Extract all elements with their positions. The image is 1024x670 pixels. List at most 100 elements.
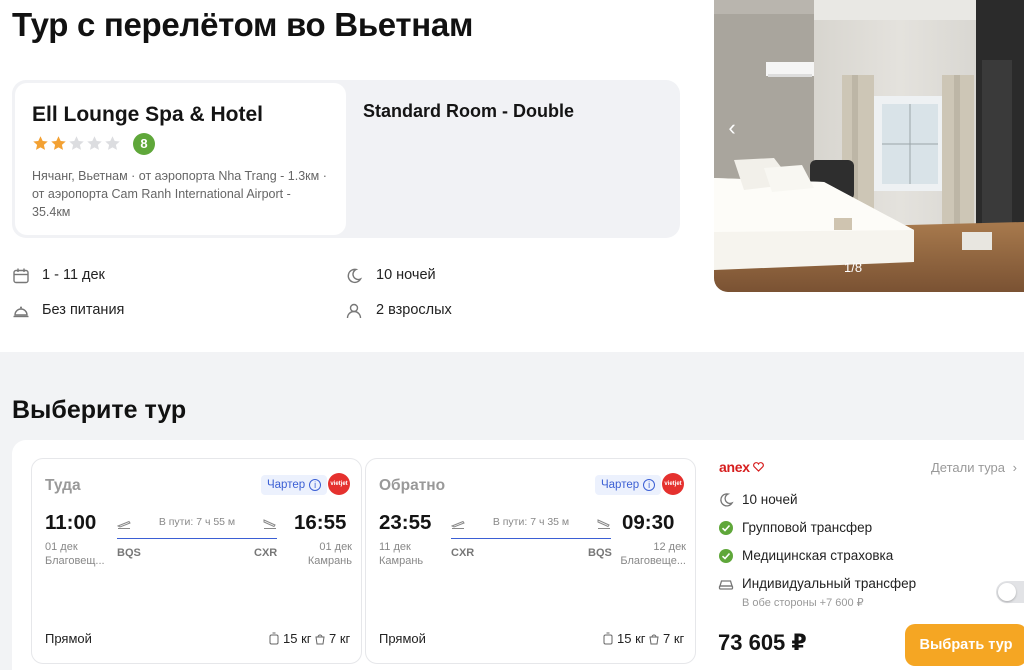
individual-transfer-toggle[interactable] xyxy=(996,581,1024,603)
hotel-name[interactable]: Ell Lounge Spa & Hotel xyxy=(32,103,263,127)
charter-badge[interactable]: Чартер i xyxy=(261,475,328,495)
tour-summary: anex Детали тура › 10 ночей Групповой тр… xyxy=(718,440,1024,670)
charter-label: Чартер xyxy=(267,479,306,491)
star-empty-icon xyxy=(69,136,84,150)
flight-card-return[interactable]: Обратно Чартер i vietjet 23:55 11 дек Ка… xyxy=(365,458,696,664)
landing-icon xyxy=(597,519,610,529)
departure-time: 23:55 xyxy=(379,511,432,534)
departure-date-text: 11 дек xyxy=(379,541,411,553)
airline-logo: vietjet xyxy=(662,473,684,495)
baggage-info: 15 кг xyxy=(268,631,312,646)
arrival-code: BQS xyxy=(588,547,612,559)
feature-individual-text: Индивидуальный трансфер xyxy=(742,576,917,591)
hotel-location: Нячанг, Вьетнам · от аэропорта Nha Trang… xyxy=(32,169,327,219)
calendar-icon xyxy=(13,268,29,284)
flight-route: В пути: 7 ч 35 м xyxy=(451,516,611,546)
trip-meal: Без питания xyxy=(42,302,125,318)
tour-details-link[interactable]: Детали тура › xyxy=(931,460,1017,475)
departure-time: 11:00 xyxy=(45,511,97,534)
check-circle-icon xyxy=(719,549,733,563)
departure-code: BQS xyxy=(117,547,141,559)
user-icon xyxy=(346,303,362,319)
arrival-time: 16:55 xyxy=(294,511,347,534)
flight-type: Прямой xyxy=(45,631,92,646)
hand-luggage-info: 7 кг xyxy=(648,631,684,646)
baggage-info: 15 кг xyxy=(602,631,646,646)
trip-dates: 1 - 11 дек xyxy=(42,267,105,283)
charter-badge[interactable]: Чартер i xyxy=(595,475,662,495)
feature-insurance-text: Медицинская страховка xyxy=(742,548,894,563)
star-filled-icon xyxy=(51,136,66,150)
check-circle-icon xyxy=(719,521,733,535)
departure-city: Благовещ... xyxy=(45,555,105,567)
tour-header-section: Тур с перелётом во Вьетнам Ell Lounge Sp… xyxy=(0,0,1024,352)
operator-logo: anex xyxy=(719,459,764,475)
route-line xyxy=(451,538,611,539)
page-title: Тур с перелётом во Вьетнам xyxy=(12,6,474,43)
arrival-date: 01 дек Камрань xyxy=(292,540,352,568)
arrival-date-text: 12 дек xyxy=(653,541,686,553)
car-icon xyxy=(718,580,734,590)
arrival-time: 09:30 xyxy=(622,511,675,534)
departure-date: 11 дек Камрань xyxy=(379,540,423,568)
baggage-weight: 15 кг xyxy=(283,631,312,646)
rating-badge: 8 xyxy=(133,133,155,155)
baggage-weight: 15 кг xyxy=(617,631,646,646)
star-empty-icon xyxy=(87,136,102,150)
departure-date-text: 01 дек xyxy=(45,541,78,553)
arrival-date: 12 дек Благовеще... xyxy=(610,540,686,568)
suitcase-icon xyxy=(269,632,279,645)
hotel-stars xyxy=(32,135,121,152)
hotel-card[interactable]: Ell Lounge Spa & Hotel 8 Нячанг, Вьетнам… xyxy=(15,83,346,235)
feature-nights-text: 10 ночей xyxy=(742,492,798,507)
hotel-photo[interactable]: ‹ 1/8 xyxy=(714,0,1024,292)
star-filled-icon xyxy=(33,136,48,150)
departure-city: Камрань xyxy=(379,555,424,567)
tour-details-label: Детали тура xyxy=(931,460,1006,475)
select-tour-button[interactable]: Выбрать тур xyxy=(905,624,1024,666)
landing-icon xyxy=(263,519,276,529)
handbag-icon xyxy=(315,634,325,645)
hotel-room-image xyxy=(714,0,1024,292)
toggle-knob xyxy=(998,583,1016,601)
arrival-city: Благовеще... xyxy=(620,555,686,567)
arrival-date-text: 01 дек xyxy=(319,541,352,553)
hand-luggage-weight: 7 кг xyxy=(663,631,685,646)
arrival-code: CXR xyxy=(254,547,278,559)
photo-counter: 1/8 xyxy=(844,260,863,275)
operator-name: anex xyxy=(719,459,750,475)
chevron-right-icon: › xyxy=(1012,460,1017,475)
trip-guests: 2 взрослых xyxy=(376,302,452,318)
moon-icon xyxy=(720,493,734,507)
flight-card-outbound[interactable]: Туда Чартер i vietjet 11:00 01 дек Благо… xyxy=(31,458,362,664)
info-icon[interactable]: i xyxy=(643,479,656,491)
hotel-panel: Ell Lounge Spa & Hotel 8 Нячанг, Вьетнам… xyxy=(12,80,680,238)
departure-code: CXR xyxy=(451,547,475,559)
flight-type: Прямой xyxy=(379,631,426,646)
hand-luggage-info: 7 кг xyxy=(314,631,350,646)
heart-icon xyxy=(752,462,764,472)
tour-offer-card: Туда Чартер i vietjet 11:00 01 дек Благо… xyxy=(12,440,1024,670)
departure-date: 01 дек Благовещ... xyxy=(45,540,105,568)
room-name: Standard Room - Double xyxy=(363,101,574,121)
feature-transfer-text: Групповой трансфер xyxy=(742,520,873,535)
suitcase-icon xyxy=(603,632,613,645)
info-icon[interactable]: i xyxy=(309,479,322,491)
flight-duration: В пути: 7 ч 55 м xyxy=(158,516,236,528)
chevron-left-icon[interactable]: ‹ xyxy=(722,114,742,142)
star-empty-icon xyxy=(105,136,120,150)
charter-label: Чартер xyxy=(601,479,640,491)
trip-nights: 10 ночей xyxy=(376,267,436,283)
hand-luggage-weight: 7 кг xyxy=(329,631,351,646)
moon-icon xyxy=(347,268,363,284)
meal-cloche-icon xyxy=(13,306,29,318)
flight-duration: В пути: 7 ч 35 м xyxy=(492,516,570,528)
flight-route: В пути: 7 ч 55 м xyxy=(117,516,277,546)
tour-price: 73 605 ₽ xyxy=(718,630,807,655)
arrival-city: Камрань xyxy=(307,555,352,567)
section-title: Выберите тур xyxy=(12,396,187,424)
feature-individual-sub: В обе стороны +7 600 ₽ xyxy=(742,597,864,609)
route-line xyxy=(117,538,277,539)
handbag-icon xyxy=(649,634,659,645)
flight-direction: Обратно xyxy=(379,477,446,494)
